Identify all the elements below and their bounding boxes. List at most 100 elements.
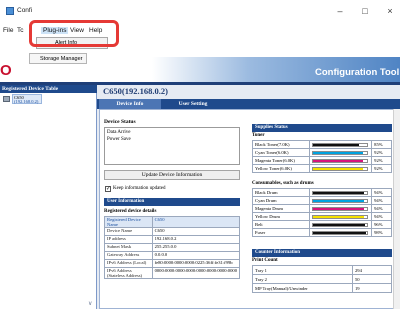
supplies-status-title: Supplies Status xyxy=(252,124,392,132)
supply-percent: 94% xyxy=(371,212,392,221)
supply-level-cell xyxy=(309,188,373,197)
user-info-title: User Information xyxy=(104,198,240,206)
supply-row: Yellow Drum 94% xyxy=(251,212,392,221)
level-bar-fill xyxy=(313,191,364,194)
supply-name: Fuser xyxy=(251,228,311,237)
level-bar-fill xyxy=(313,167,363,170)
field-label: Device Name xyxy=(104,227,153,236)
counter-info-title: Counter Information xyxy=(252,249,392,257)
field-value: C650 xyxy=(151,216,241,228)
supply-name: Magenta Drum xyxy=(251,204,311,213)
app-icon xyxy=(6,7,14,15)
close-button[interactable]: × xyxy=(380,4,400,18)
supply-row: Black Drum 94% xyxy=(251,188,392,197)
counter-table: Tray 1 294 Tray 2 50 MP Tray(Manual)/Unwinde… xyxy=(252,265,392,293)
supply-name: Black Toner(7.0K) xyxy=(251,140,311,149)
print-count-label: Print Count xyxy=(252,258,278,263)
field-value: fe80:0000:0000:0000:0225:36ff:fe31:f99b xyxy=(151,259,241,268)
supply-percent: 92% xyxy=(371,156,392,165)
device-status-box: Data Arrive Power Save xyxy=(104,127,240,165)
level-bar-fill xyxy=(313,199,364,202)
tab-user-setting[interactable]: User Setting xyxy=(162,99,224,109)
supply-row: Magenta Drum 94% xyxy=(251,204,392,213)
field-label: IP address xyxy=(104,235,153,244)
field-label: Subnet Mask xyxy=(104,243,153,252)
supply-level-cell xyxy=(309,204,373,213)
supply-level-cell xyxy=(309,164,373,173)
menu-file[interactable]: File xyxy=(3,27,13,34)
printer-icon xyxy=(3,96,10,102)
level-bar-track xyxy=(312,190,369,195)
level-bar-track xyxy=(312,166,369,171)
supply-name: Cyan Drum xyxy=(251,196,311,205)
supply-percent: 94% xyxy=(371,188,392,197)
field-value: 0000:0000:0000:0000:0000:0000:0000:0000 xyxy=(151,267,241,279)
counter-value: 50 xyxy=(352,274,392,284)
supply-level-cell xyxy=(309,212,373,221)
chevron-down-icon[interactable]: ∨ xyxy=(88,300,92,307)
field-label: Gateway Address xyxy=(104,251,153,260)
counter-label: MP Tray(Manual)/Unwinder xyxy=(252,283,353,293)
supply-level-cell xyxy=(309,140,373,149)
field-label: Registered Device Name xyxy=(104,216,153,228)
update-device-info-button[interactable]: Update Device Information xyxy=(104,170,240,180)
toner-label: Toner xyxy=(252,133,265,138)
table-row: IPv6 Address (Stateless Address) 0000:000… xyxy=(104,267,241,279)
field-value: C650 xyxy=(151,227,241,236)
supply-percent: 92% xyxy=(371,164,392,173)
level-bar-fill xyxy=(313,231,367,234)
supply-percent: 94% xyxy=(371,196,392,205)
registered-details-title: Registered device details xyxy=(104,209,157,214)
supply-level-cell xyxy=(309,156,373,165)
level-bar-track xyxy=(312,150,369,155)
supply-row: Cyan Toner(6.0K) 92% xyxy=(251,148,392,157)
level-bar-track xyxy=(312,198,369,203)
highlight-callout xyxy=(29,20,119,47)
scrollbar[interactable] xyxy=(393,109,400,309)
field-value: 0.0.0.0 xyxy=(151,251,241,260)
field-label: IPv6 Address (Local) xyxy=(104,259,153,268)
keep-updated-label: Keep information updated xyxy=(113,186,166,191)
supply-row: Magenta Toner(6.0K) 92% xyxy=(251,156,392,165)
level-bar-fill xyxy=(313,207,364,210)
menu-tools[interactable]: Tc xyxy=(17,27,24,34)
level-bar-fill xyxy=(313,151,363,154)
supply-percent: 92% xyxy=(371,148,392,157)
supply-name: Magenta Toner(6.0K) xyxy=(251,156,311,165)
table-row: Device Name C650 xyxy=(104,227,241,236)
level-bar-track xyxy=(312,214,369,219)
supply-level-cell xyxy=(309,148,373,157)
level-bar-fill xyxy=(313,215,364,218)
status-line: Power Save xyxy=(107,137,131,142)
user-info-table: Registered Device Name C650 Device Name C65… xyxy=(104,216,241,279)
level-bar-fill xyxy=(313,223,365,226)
supply-percent: 94% xyxy=(371,204,392,213)
device-list-item[interactable]: C650 (192.168.0.2) xyxy=(12,94,42,104)
supply-row: Black Toner(7.0K) 85% xyxy=(251,140,392,149)
supply-percent: 85% xyxy=(371,140,392,149)
window-title: Confi xyxy=(17,7,33,14)
counter-value: 294 xyxy=(352,265,392,275)
supply-name: Yellow Drum xyxy=(251,212,311,221)
status-line: Data Arrive xyxy=(107,130,131,135)
field-value: 192.168.0.2 xyxy=(151,235,241,244)
level-bar-track xyxy=(312,206,369,211)
storage-manager-menu[interactable]: Storage Manager xyxy=(29,53,87,64)
brand-logo: O xyxy=(0,62,12,79)
table-row: IPv6 Address (Local) fe80:0000:0000:0000:… xyxy=(104,259,241,268)
level-bar-fill xyxy=(313,143,360,146)
level-bar-fill xyxy=(313,159,363,162)
level-bar-track xyxy=(312,142,369,147)
field-value: 255.255.0.0 xyxy=(151,243,241,252)
table-row: Tray 2 50 xyxy=(252,274,392,284)
supply-name: Cyan Toner(6.0K) xyxy=(251,148,311,157)
supply-level-cell xyxy=(309,220,373,229)
table-row: MP Tray(Manual)/Unwinder 19 xyxy=(252,283,392,293)
maximize-button[interactable]: □ xyxy=(355,4,375,18)
tab-device-info[interactable]: Device Info xyxy=(99,99,161,109)
counter-value: 19 xyxy=(352,283,392,293)
supply-row: Belt 96% xyxy=(251,220,392,229)
keep-updated-checkbox[interactable]: ✓ xyxy=(105,186,111,192)
device-table-title: Registered Device Table xyxy=(0,85,97,93)
minimize-button[interactable]: – xyxy=(330,4,350,18)
